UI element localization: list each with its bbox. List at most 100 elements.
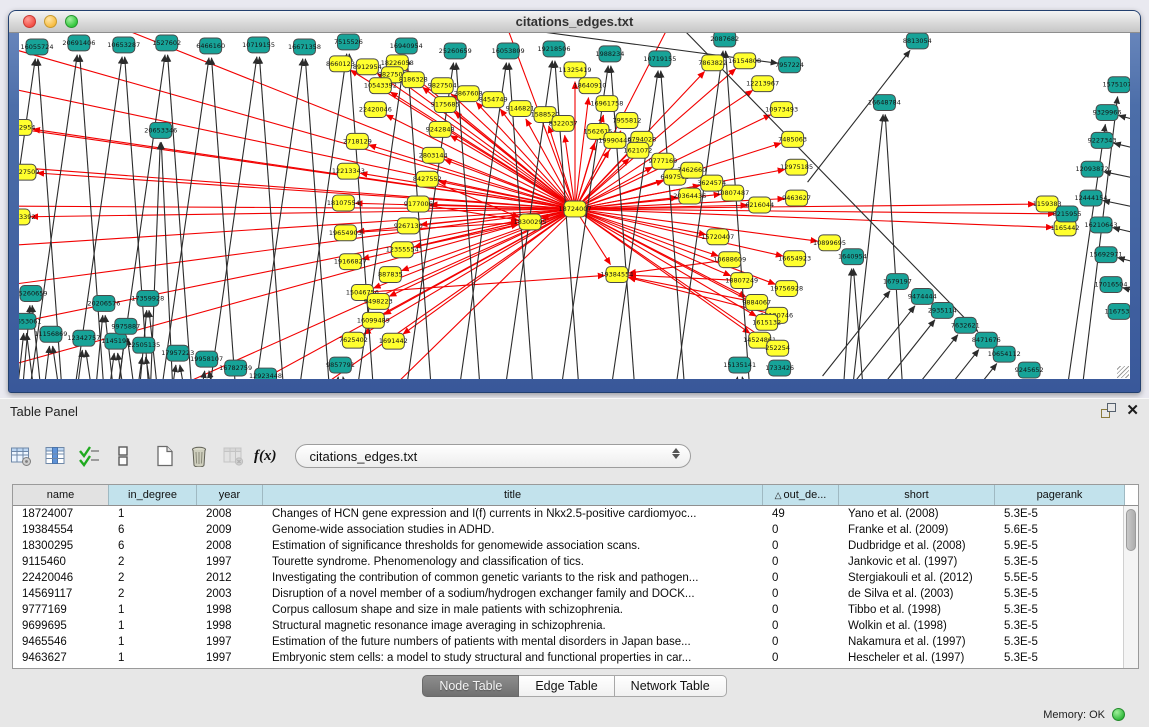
table-cell[interactable]: 1 (109, 650, 197, 666)
graph-edge[interactable] (1113, 228, 1130, 243)
table-cell[interactable]: 49 (763, 506, 839, 522)
table-cell[interactable]: 2008 (197, 538, 263, 554)
table-cell[interactable]: 1997 (197, 634, 263, 650)
graph-edge[interactable] (1103, 200, 1130, 215)
table-cell[interactable]: Genome-wide association studies in ADHD. (263, 522, 763, 538)
table-cell[interactable]: 5.3E-5 (995, 586, 1125, 602)
table-cell[interactable]: 2009 (197, 522, 263, 538)
column-header-short[interactable]: short (839, 485, 995, 505)
function-builder-button[interactable]: f(x) (254, 448, 277, 465)
table-cell[interactable]: Estimation of significance thresholds fo… (263, 538, 763, 554)
table-cell[interactable]: 9465546 (13, 634, 109, 650)
graph-edge[interactable] (451, 136, 575, 209)
table-cell[interactable]: 0 (763, 618, 839, 634)
graph-edge[interactable] (212, 58, 239, 379)
table-cell[interactable]: 1997 (197, 650, 263, 666)
table-row[interactable]: 2242004622012Investigating the contribut… (13, 570, 1138, 586)
table-cell[interactable]: 1 (109, 506, 197, 522)
table-cell[interactable]: 9463627 (13, 650, 109, 666)
table-cell[interactable]: 1 (109, 602, 197, 618)
table-row[interactable]: 977716911998Corpus callosum shape and si… (13, 602, 1138, 618)
table-cell[interactable]: 9699695 (13, 618, 109, 634)
table-row[interactable]: 946554611997Estimation of the future num… (13, 634, 1138, 650)
new-file-button[interactable] (152, 443, 178, 469)
tab-edge-table[interactable]: Edge Table (519, 675, 614, 697)
close-panel-icon[interactable]: ✕ (1126, 403, 1139, 418)
graph-edge[interactable] (1114, 143, 1130, 158)
table-cell[interactable]: Wolkin et al. (1998) (839, 618, 995, 634)
table-cell[interactable]: de Silva et al. (2003) (839, 586, 995, 602)
table-cell[interactable]: Nakamura et al. (1997) (839, 634, 995, 650)
table-cell[interactable]: 1997 (197, 554, 263, 570)
graph-edge[interactable] (168, 55, 195, 379)
table-settings-button[interactable] (8, 443, 34, 469)
table-cell[interactable]: 5.3E-5 (995, 650, 1125, 666)
table-cell[interactable]: 2012 (197, 570, 263, 586)
graph-edge[interactable] (742, 377, 753, 379)
table-cell[interactable]: 5.3E-5 (995, 602, 1125, 618)
table-cell[interactable]: Jankovic et al. (1997) (839, 554, 995, 570)
table-cell[interactable]: Tourette syndrome. Phenomenology and cla… (263, 554, 763, 570)
table-scrollbar[interactable] (1123, 506, 1138, 668)
memory-status-indicator[interactable] (1112, 708, 1125, 721)
table-cell[interactable]: 2003 (197, 586, 263, 602)
float-panel-icon[interactable] (1101, 403, 1116, 418)
table-cell[interactable]: 22420046 (13, 570, 109, 586)
column-header-pagerank[interactable]: pagerank (995, 485, 1125, 505)
network-graph[interactable]: 1872400786601238912954182260589827509105… (19, 33, 1130, 379)
table-row[interactable]: 969969511998Structural magnetic resonanc… (13, 618, 1138, 634)
graph-edge[interactable] (841, 269, 852, 379)
column-visibility-button[interactable] (42, 443, 68, 469)
delete-button[interactable] (186, 443, 212, 469)
column-header-title[interactable]: title (263, 485, 763, 505)
table-cell[interactable]: Corpus callosum shape and size in male p… (263, 602, 763, 618)
graph-edge[interactable] (250, 59, 303, 379)
table-cell[interactable]: Dudbridge et al. (2008) (839, 538, 995, 554)
table-cell[interactable]: 5.3E-5 (995, 634, 1125, 650)
table-cell[interactable]: 5.5E-5 (995, 570, 1125, 586)
table-cell[interactable]: Disruption of a novel member of a sodium… (263, 586, 763, 602)
table-cell[interactable]: 5.6E-5 (995, 522, 1125, 538)
table-cell[interactable]: 1998 (197, 602, 263, 618)
graph-edge[interactable] (86, 350, 98, 379)
graph-edge[interactable] (39, 346, 50, 379)
table-cell[interactable]: 2008 (197, 506, 263, 522)
table-cell[interactable]: 0 (763, 650, 839, 666)
table-row[interactable]: 1938455462009Genome-wide association stu… (13, 522, 1138, 538)
table-row[interactable]: 946362711997Embryonic stem cells: a mode… (13, 650, 1138, 666)
table-selector-combobox[interactable]: citations_edges.txt (295, 444, 691, 468)
graph-edge[interactable] (19, 333, 24, 379)
table-cell[interactable]: 0 (763, 522, 839, 538)
table-cell[interactable]: Stergiakouli et al. (2012) (839, 570, 995, 586)
table-cell[interactable]: Estimation of the future numbers of pati… (263, 634, 763, 650)
table-cell[interactable]: 1 (109, 634, 197, 650)
graph-edge[interactable] (19, 164, 575, 209)
tab-network-table[interactable]: Network Table (615, 675, 727, 697)
table-scrollbar-thumb[interactable] (1126, 509, 1136, 551)
graph-edge[interactable] (850, 114, 884, 379)
graph-edge[interactable] (1118, 258, 1130, 273)
graph-edge[interactable] (343, 377, 354, 379)
table-row[interactable]: 1456911722003Disruption of a novel membe… (13, 586, 1138, 602)
graph-edge[interactable] (808, 50, 910, 182)
table-cell[interactable]: 19384554 (13, 522, 109, 538)
tab-node-table[interactable]: Node Table (422, 675, 519, 697)
select-rows-button[interactable] (76, 443, 102, 469)
row-layout-button[interactable] (110, 443, 136, 469)
table-cell[interactable]: Changes of HCN gene expression and I(f) … (263, 506, 763, 522)
column-header-in_degree[interactable]: in_degree (109, 485, 197, 505)
table-cell[interactable]: 0 (763, 602, 839, 618)
table-cell[interactable]: 6 (109, 522, 197, 538)
table-cell[interactable]: Yano et al. (2008) (839, 506, 995, 522)
graph-edge[interactable] (728, 377, 738, 379)
table-cell[interactable]: 1 (109, 618, 197, 634)
graph-edge[interactable] (575, 98, 589, 209)
column-header-year[interactable]: year (197, 485, 263, 505)
table-cell[interactable]: 9777169 (13, 602, 109, 618)
table-row[interactable]: 1830029562008Estimation of significance … (13, 538, 1138, 554)
graph-edge[interactable] (156, 58, 209, 379)
table-cell[interactable]: 18724007 (13, 506, 109, 522)
table-cell[interactable]: 9115460 (13, 554, 109, 570)
table-cell[interactable]: 5.3E-5 (995, 554, 1125, 570)
network-canvas[interactable]: 1872400786601238912954182260589827509105… (19, 33, 1130, 379)
